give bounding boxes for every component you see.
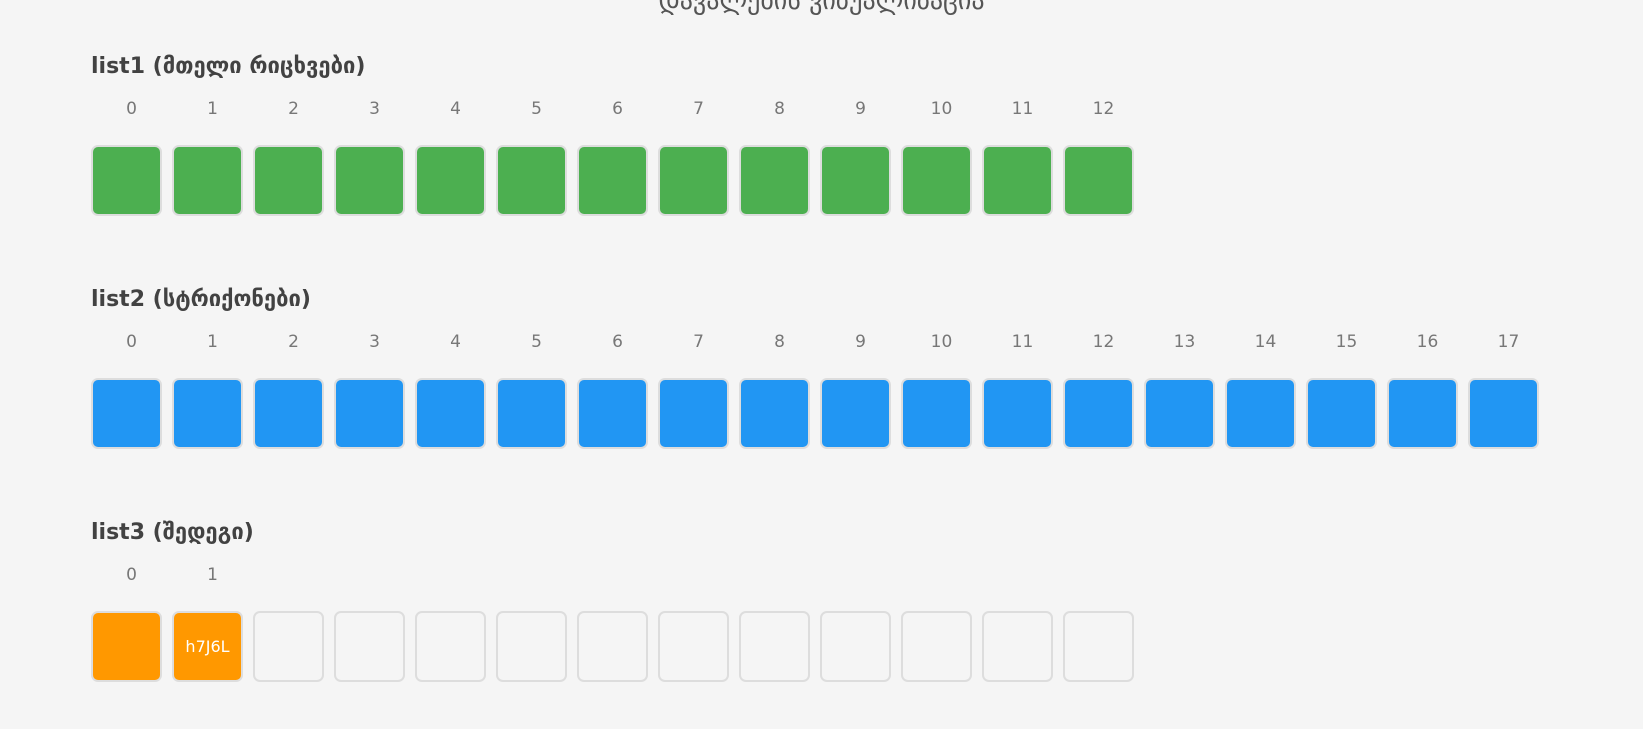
list2-index-label: 0 xyxy=(126,332,137,352)
list3-empty-slot xyxy=(253,611,324,682)
list1-index-label: 9 xyxy=(855,99,866,119)
list3-empty-slot xyxy=(1063,611,1134,682)
list2-cell xyxy=(1144,378,1215,449)
list1-cell-row xyxy=(91,145,1144,216)
list1-cell xyxy=(172,145,243,216)
list3-empty-slot xyxy=(577,611,648,682)
list3-cell-row: h7J6L xyxy=(91,611,1144,682)
list2-cell xyxy=(496,378,567,449)
list3-index-label: 0 xyxy=(126,565,137,585)
list1-cell xyxy=(1063,145,1134,216)
list3-section: list3 (შედეგი) 01 h7J6L xyxy=(91,519,1144,682)
list2-index-label: 1 xyxy=(207,332,218,352)
list1-cell xyxy=(901,145,972,216)
list2-cell xyxy=(982,378,1053,449)
list2-index-label: 7 xyxy=(693,332,704,352)
list2-index-label: 16 xyxy=(1416,332,1439,352)
list2-index-label: 9 xyxy=(855,332,866,352)
list2-index-label: 8 xyxy=(774,332,785,352)
list1-index-label: 8 xyxy=(774,99,785,119)
list3-empty-slot xyxy=(820,611,891,682)
list1-cell xyxy=(334,145,405,216)
list2-cell xyxy=(1468,378,1539,449)
list2-cell xyxy=(739,378,810,449)
list2-index-label: 10 xyxy=(930,332,953,352)
list1-index-label: 1 xyxy=(207,99,218,119)
list2-index-label: 13 xyxy=(1173,332,1196,352)
list1-index-label: 7 xyxy=(693,99,704,119)
list1-cell xyxy=(91,145,162,216)
list3-empty-slot xyxy=(739,611,810,682)
list3-cell: h7J6L xyxy=(172,611,243,682)
page: დავალების ვიზუალიზაცია list1 (მთელი რიცხ… xyxy=(0,0,1643,729)
list3-empty-slot xyxy=(901,611,972,682)
list1-cell xyxy=(658,145,729,216)
list2-section: list2 (სტრიქონები) 0 1 2 3 4 5 6 7 8 9 10 11 12 13 14 1… xyxy=(91,286,1549,449)
list2-cell xyxy=(1387,378,1458,449)
list2-index-label: 3 xyxy=(369,332,380,352)
list2-index-label: 6 xyxy=(612,332,623,352)
list2-cell xyxy=(1225,378,1296,449)
list2-cell-row xyxy=(91,378,1549,449)
list2-cell xyxy=(658,378,729,449)
list2-cell xyxy=(820,378,891,449)
list3-empty-slot xyxy=(658,611,729,682)
list1-cell xyxy=(415,145,486,216)
list2-title: list2 (სტრიქონები) xyxy=(91,287,311,312)
list2-index-label: 15 xyxy=(1335,332,1358,352)
list3-title: list3 (შედეგი) xyxy=(91,520,254,545)
list1-index-label: 10 xyxy=(930,99,953,119)
list1-cell xyxy=(820,145,891,216)
list2-cell xyxy=(1063,378,1134,449)
list2-index-label: 14 xyxy=(1254,332,1277,352)
list2-index-label: 5 xyxy=(531,332,542,352)
list2-cell xyxy=(415,378,486,449)
list2-index-label: 11 xyxy=(1011,332,1034,352)
list1-section: list1 (მთელი რიცხვები) 0 1 2 3 4 5 6 7 8 9 10 11 12 xyxy=(91,53,1144,216)
list1-cell xyxy=(577,145,648,216)
list1-index-label: 5 xyxy=(531,99,542,119)
list2-cell xyxy=(577,378,648,449)
list3-empty-slot xyxy=(496,611,567,682)
list1-index-row: 0 1 2 3 4 5 6 7 8 9 10 11 12 xyxy=(91,99,1144,119)
list3-empty-slot xyxy=(334,611,405,682)
page-title: დავალების ვიზუალიზაცია xyxy=(658,0,985,16)
list3-empty-slot xyxy=(982,611,1053,682)
list1-index-label: 2 xyxy=(288,99,299,119)
list2-cell xyxy=(334,378,405,449)
list1-index-label: 11 xyxy=(1011,99,1034,119)
list2-cell xyxy=(901,378,972,449)
list3-index-row: 01 xyxy=(91,565,1144,585)
list1-cell xyxy=(496,145,567,216)
list2-index-label: 4 xyxy=(450,332,461,352)
list2-cell xyxy=(253,378,324,449)
list1-index-label: 4 xyxy=(450,99,461,119)
list1-index-label: 12 xyxy=(1092,99,1115,119)
list2-cell xyxy=(91,378,162,449)
list3-cell xyxy=(91,611,162,682)
list1-cell xyxy=(739,145,810,216)
list2-index-row: 0 1 2 3 4 5 6 7 8 9 10 11 12 13 14 15 16 17 xyxy=(91,332,1549,352)
list1-cell xyxy=(982,145,1053,216)
list3-empty-slot xyxy=(415,611,486,682)
list2-cell xyxy=(1306,378,1377,449)
list2-index-label: 17 xyxy=(1497,332,1520,352)
list3-index-label: 1 xyxy=(207,565,218,585)
list1-index-label: 6 xyxy=(612,99,623,119)
list2-index-label: 2 xyxy=(288,332,299,352)
list1-index-label: 3 xyxy=(369,99,380,119)
list2-index-label: 12 xyxy=(1092,332,1115,352)
list1-index-label: 0 xyxy=(126,99,137,119)
list1-title: list1 (მთელი რიცხვები) xyxy=(91,54,366,79)
list1-cell xyxy=(253,145,324,216)
list2-cell xyxy=(172,378,243,449)
